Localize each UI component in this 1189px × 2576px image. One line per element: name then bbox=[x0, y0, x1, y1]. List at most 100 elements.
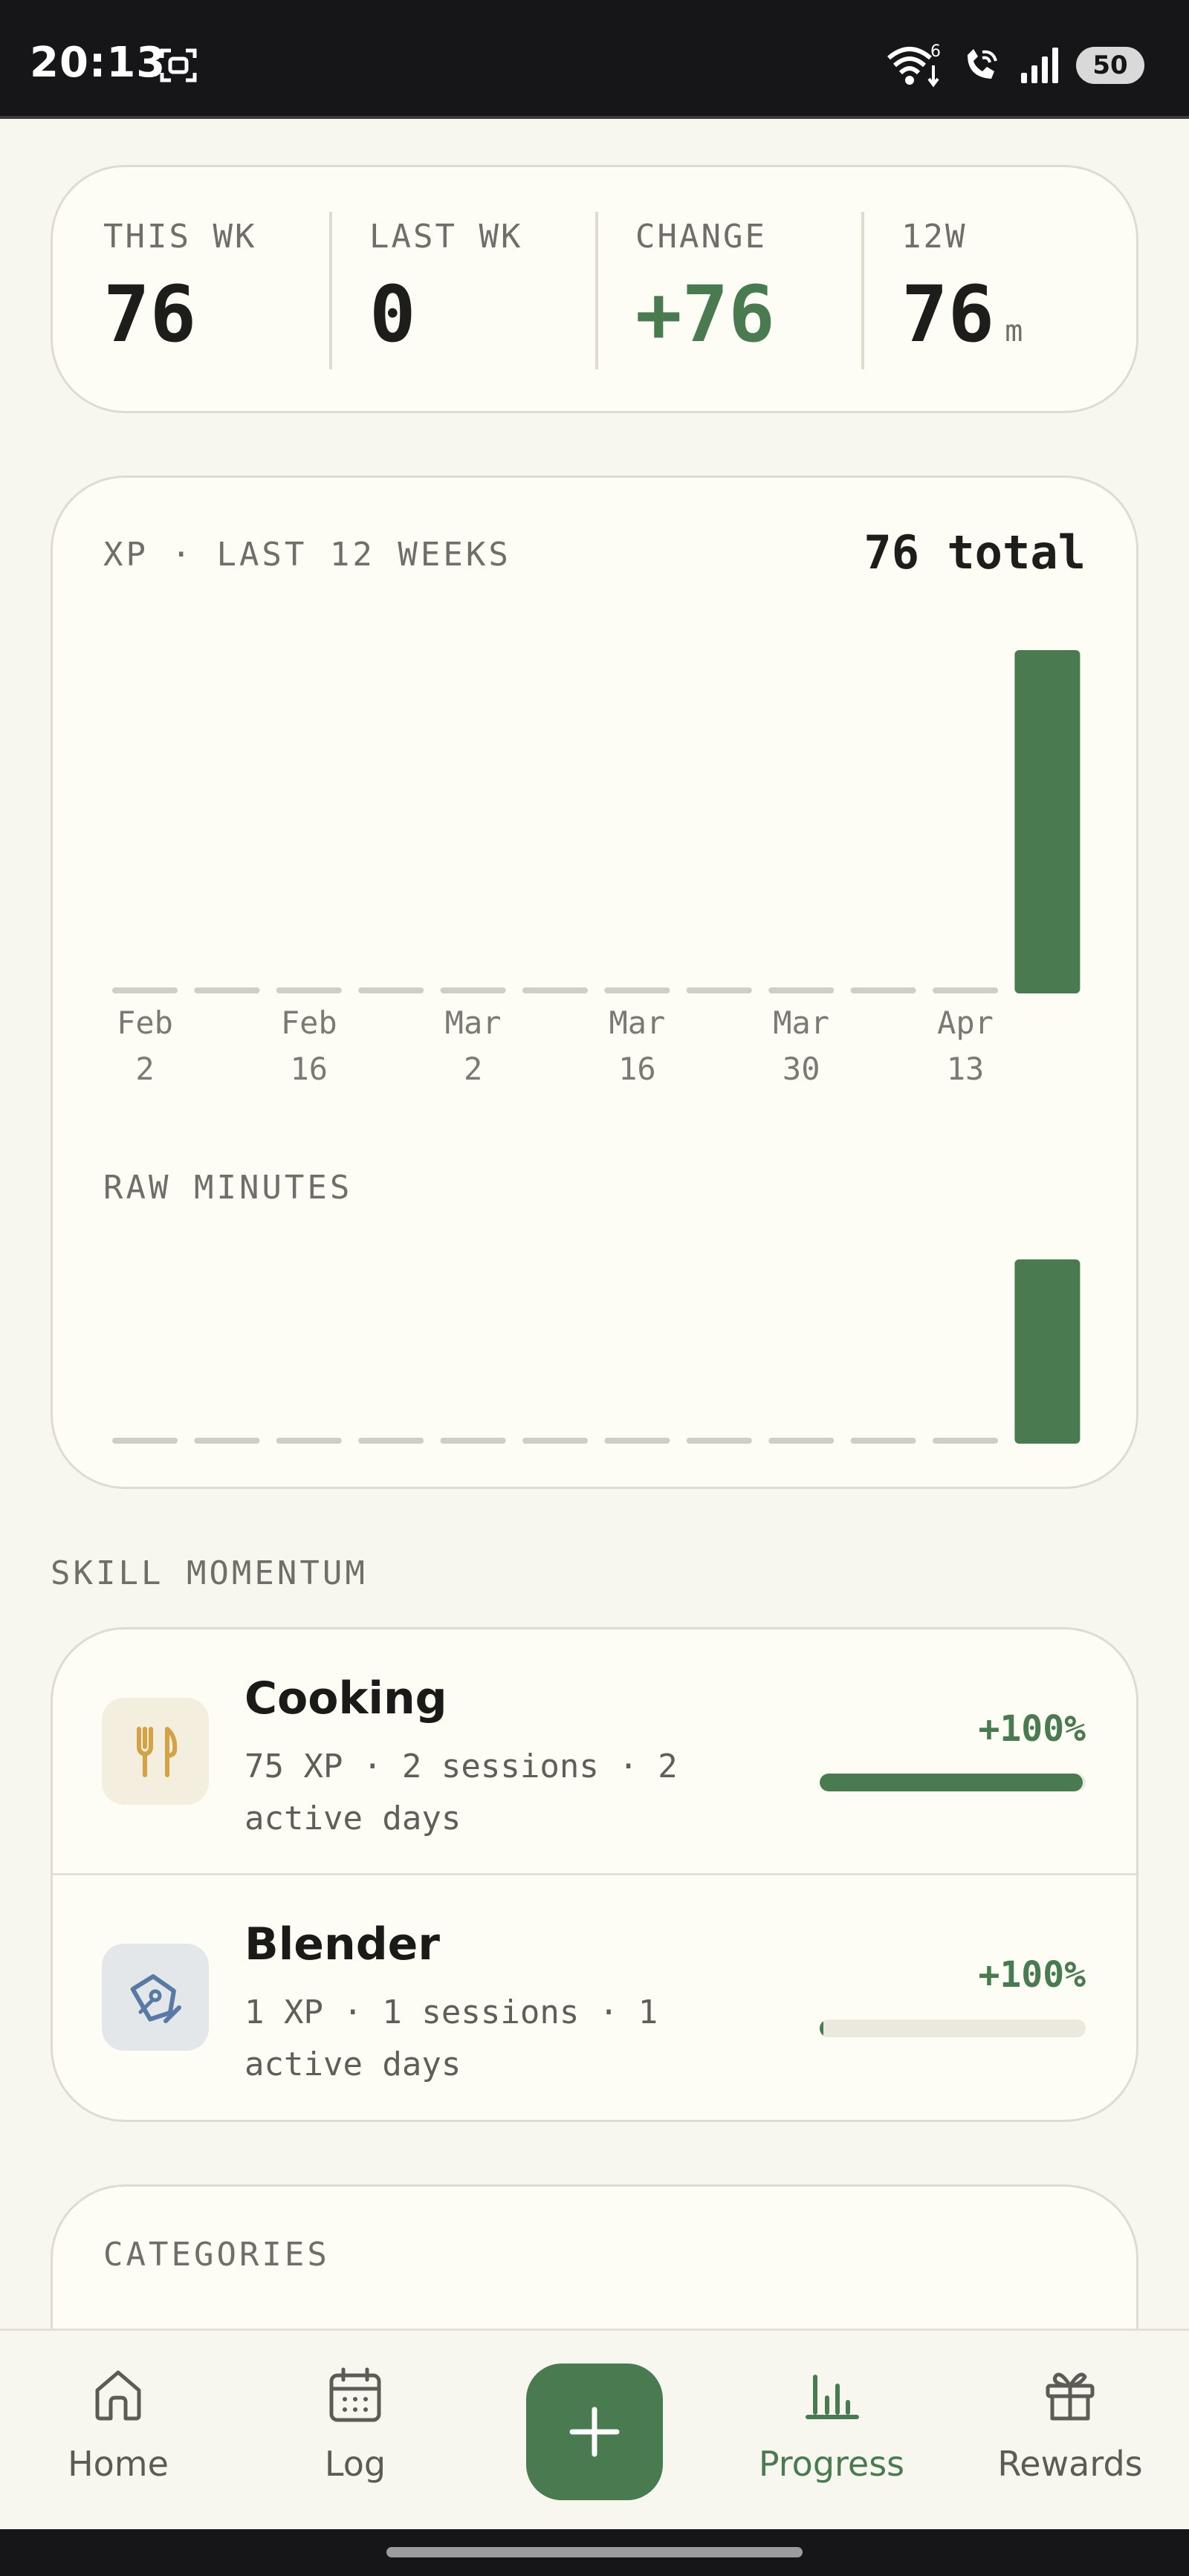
raw-bar-4 bbox=[440, 1438, 506, 1444]
raw-bar-2 bbox=[276, 1438, 342, 1444]
xp-bar-9 bbox=[850, 987, 916, 993]
categories-title: CATEGORIES bbox=[103, 2236, 330, 2274]
stat-value: 0 bbox=[369, 269, 416, 360]
xp-bar-7 bbox=[686, 987, 752, 993]
x-tick-label: Mar bbox=[773, 1005, 829, 1041]
screenshot-icon bbox=[160, 48, 197, 82]
x-tick-label: 16 bbox=[291, 1051, 328, 1087]
nav-label: Log bbox=[324, 2444, 386, 2484]
stat-last-week: LAST WK 0 bbox=[369, 218, 522, 360]
stat-label: LAST WK bbox=[369, 218, 523, 256]
skill-progress-fill bbox=[820, 1774, 1083, 1791]
stat-divider bbox=[595, 212, 598, 369]
skill-icon-bg bbox=[102, 1698, 209, 1805]
skill-name: Blender bbox=[244, 1918, 440, 1970]
xp-bar-5 bbox=[522, 987, 588, 993]
stat-value: +76 bbox=[635, 269, 775, 360]
home-icon bbox=[95, 2370, 141, 2421]
raw-minutes-title: RAW MINUTES bbox=[103, 1169, 353, 1207]
status-icons: 6 50 bbox=[886, 43, 1144, 88]
raw-bar-3 bbox=[358, 1438, 424, 1444]
xp-bar-2 bbox=[276, 987, 342, 993]
raw-bar-6 bbox=[604, 1438, 670, 1444]
stat-this-week: THIS WK 76 bbox=[103, 218, 256, 360]
skill-change: +100% bbox=[978, 1708, 1086, 1750]
x-tick-label: 2 bbox=[464, 1051, 482, 1087]
x-tick-label: Mar bbox=[609, 1005, 665, 1041]
stat-label: THIS WK bbox=[103, 218, 257, 256]
battery-icon: 50 bbox=[1076, 47, 1144, 84]
stat-change: CHANGE +76 bbox=[635, 218, 775, 360]
skill-meta: 75 XP · 2 sessions · 2 active days bbox=[244, 1748, 678, 1837]
xp-bar-4 bbox=[440, 987, 506, 993]
skill-momentum-heading: SKILL MOMENTUM bbox=[51, 1554, 368, 1592]
bottom-navigation: Home Log Progress Rewards bbox=[0, 2329, 1189, 2529]
skill-icon-bg bbox=[102, 1944, 209, 2051]
nav-progress[interactable]: Progress bbox=[742, 2364, 921, 2484]
xp-bar-1 bbox=[194, 987, 260, 993]
wifi-badge: 6 bbox=[930, 43, 941, 61]
xp-bar-0 bbox=[112, 987, 178, 993]
xp-bar-11 bbox=[1014, 650, 1081, 993]
stat-unit: m bbox=[1005, 314, 1023, 348]
raw-bar-10 bbox=[933, 1438, 998, 1444]
xp-bar-6 bbox=[604, 987, 670, 993]
plus-icon bbox=[569, 2407, 620, 2457]
x-tick-label: Feb bbox=[117, 1005, 173, 1041]
stat-value: 76 m bbox=[901, 269, 1023, 360]
gesture-bar bbox=[0, 2529, 1189, 2576]
skill-progress-bar bbox=[820, 1774, 1086, 1791]
xp-bar-10 bbox=[933, 987, 998, 993]
x-tick-label: Apr bbox=[937, 1005, 994, 1041]
add-entry-button[interactable] bbox=[526, 2364, 663, 2500]
raw-bar-8 bbox=[768, 1438, 835, 1444]
nav-label: Home bbox=[68, 2444, 169, 2484]
raw-bar-1 bbox=[194, 1438, 260, 1444]
pen-tool-icon bbox=[130, 1974, 181, 2023]
wifi-icon: 6 bbox=[887, 43, 941, 88]
x-tick-label: 30 bbox=[783, 1051, 820, 1087]
gesture-handle[interactable] bbox=[386, 2547, 803, 2557]
nav-home[interactable]: Home bbox=[29, 2364, 207, 2484]
skills-card: Cooking 75 XP · 2 sessions · 2 active da… bbox=[51, 1627, 1138, 2122]
nav-log[interactable]: Log bbox=[266, 2364, 444, 2484]
skill-row-blender[interactable]: Blender 1 XP · 1 sessions · 1 active day… bbox=[53, 1875, 1136, 2121]
x-tick-label: Mar bbox=[445, 1005, 502, 1041]
skill-meta: 1 XP · 1 sessions · 1 active days bbox=[244, 1993, 658, 2083]
skill-change: +100% bbox=[978, 1954, 1086, 1996]
skill-row-cooking[interactable]: Cooking 75 XP · 2 sessions · 2 active da… bbox=[53, 1629, 1136, 1875]
stat-12-weeks: 12W 76 m bbox=[901, 218, 1023, 360]
nav-rewards[interactable]: Rewards bbox=[981, 2364, 1159, 2484]
stat-label: CHANGE bbox=[635, 218, 767, 256]
chart-canvas: Feb 2 Feb 16 Mar 2 Mar 16 Mar 30 Apr 13 bbox=[112, 650, 1081, 1444]
xp-bar-8 bbox=[768, 987, 835, 993]
raw-bar-9 bbox=[850, 1438, 916, 1444]
utensils-icon bbox=[137, 1727, 178, 1777]
x-tick-label: 13 bbox=[947, 1051, 985, 1087]
x-tick-label: Feb bbox=[281, 1005, 337, 1041]
x-tick-label: 16 bbox=[618, 1051, 656, 1087]
signal-icon bbox=[1021, 48, 1058, 83]
nav-label: Rewards bbox=[997, 2444, 1143, 2484]
bar-chart-icon bbox=[806, 2375, 859, 2419]
stat-value: 76 bbox=[103, 269, 197, 360]
stat-label: 12W bbox=[901, 218, 968, 256]
calendar-icon bbox=[329, 2367, 381, 2422]
raw-bar-7 bbox=[686, 1438, 752, 1444]
stat-divider bbox=[861, 212, 864, 369]
skill-progress-bar bbox=[820, 2019, 1086, 2037]
nav-label: Progress bbox=[758, 2444, 905, 2484]
wifi-calling-icon bbox=[968, 49, 997, 79]
raw-bar-5 bbox=[522, 1438, 588, 1444]
x-tick-label: 2 bbox=[135, 1051, 154, 1087]
stat-divider bbox=[329, 212, 332, 369]
weekly-stats-card: THIS WK 76 LAST WK 0 CHANGE +76 12W 76 m bbox=[51, 165, 1138, 413]
xp-bar-3 bbox=[358, 987, 424, 993]
status-time: 20:13 bbox=[30, 39, 166, 87]
skill-name: Cooking bbox=[244, 1673, 447, 1725]
status-bar-divider bbox=[0, 116, 1189, 119]
skill-progress-fill bbox=[820, 2019, 824, 2037]
raw-bar-0 bbox=[112, 1438, 178, 1444]
gift-icon bbox=[1046, 2372, 1095, 2421]
raw-bar-11 bbox=[1014, 1259, 1081, 1444]
